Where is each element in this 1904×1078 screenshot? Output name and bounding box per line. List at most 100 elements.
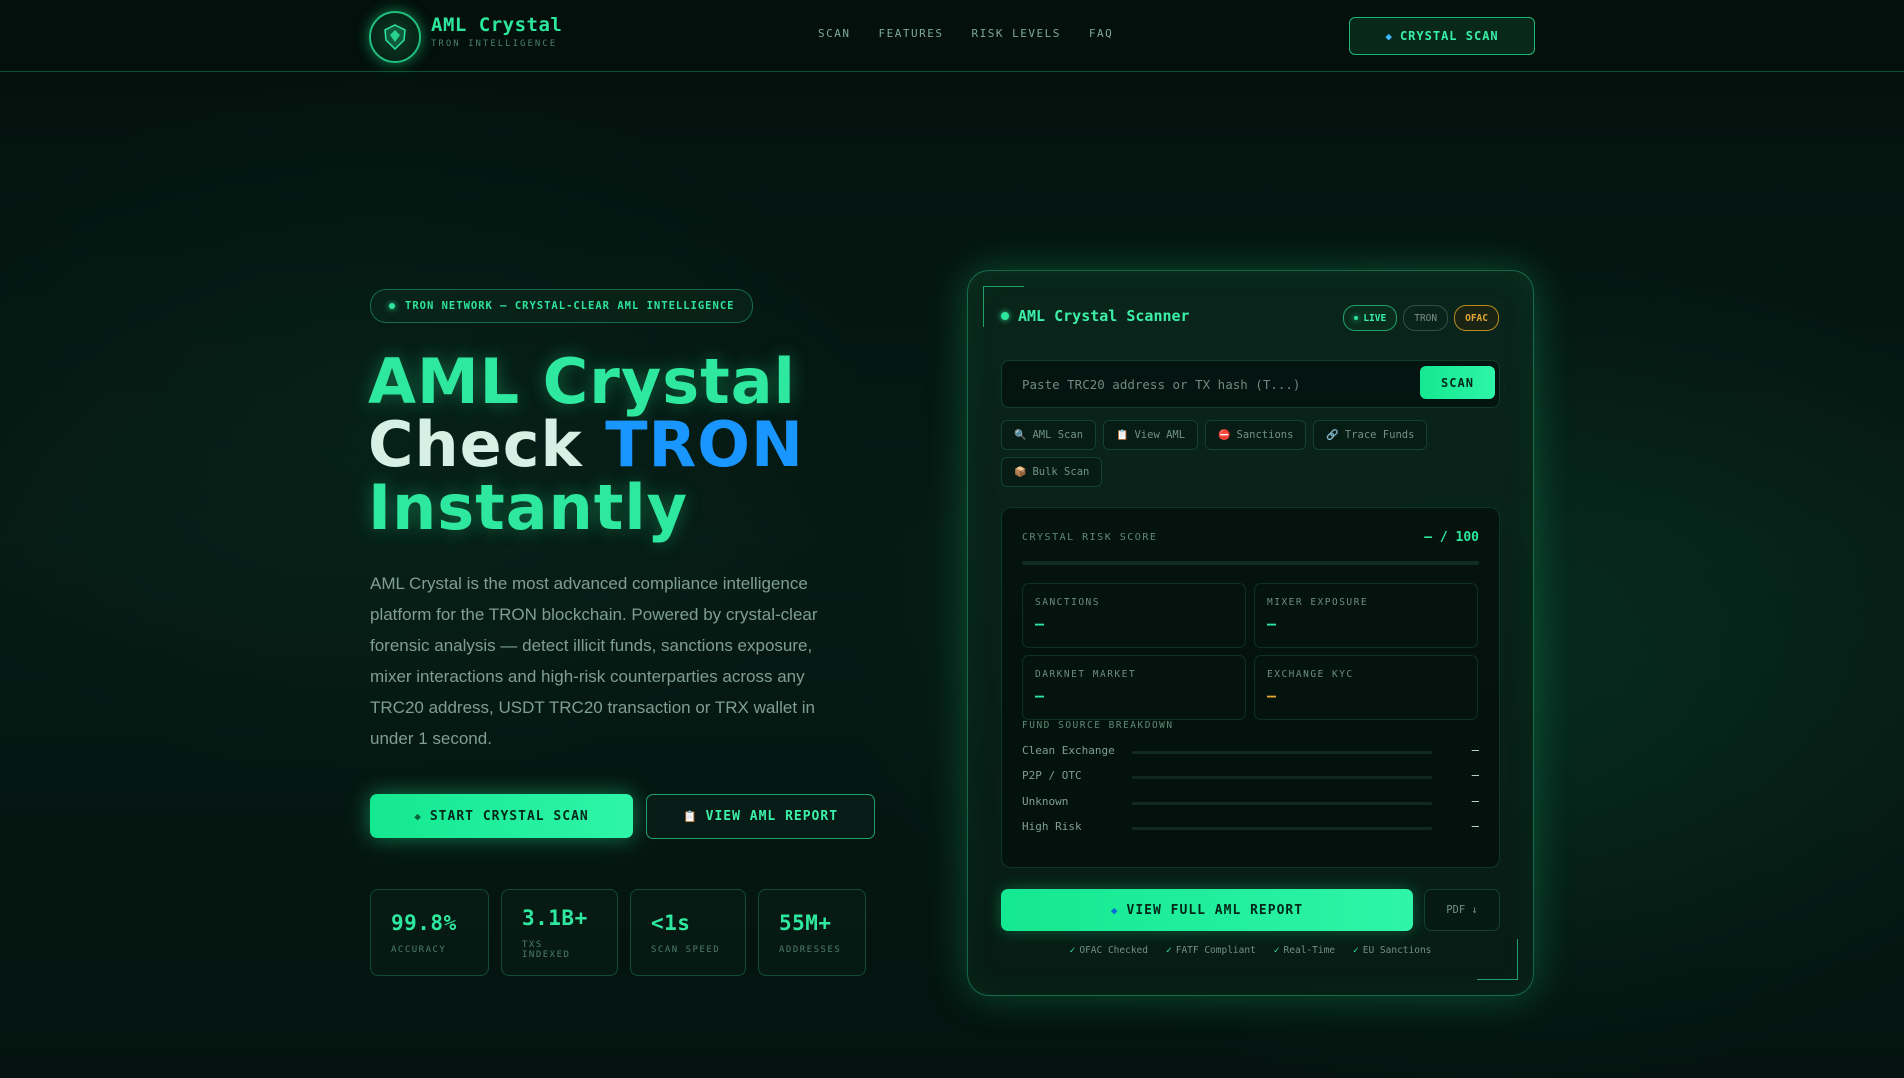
pdf-download-button[interactable]: PDF ↓ xyxy=(1424,889,1500,931)
stat-label: TXS INDEXED xyxy=(522,939,571,960)
fund-value: — xyxy=(1471,743,1479,757)
chip-aml-scan[interactable]: 🔍 AML Scan xyxy=(1001,420,1097,450)
metric-value: — xyxy=(1267,615,1277,633)
scan-button[interactable]: SCAN xyxy=(1420,366,1495,399)
address-search: SCAN xyxy=(1001,360,1500,408)
scanner-title: AML Crystal Scanner xyxy=(1001,307,1190,325)
brand-subtitle: TRON INTELLIGENCE xyxy=(431,39,558,49)
crystal-scan-label: CRYSTAL SCAN xyxy=(1399,29,1499,43)
nav-item-faq[interactable]: FAQ xyxy=(1089,27,1113,40)
stat-value: 99.8% xyxy=(391,910,457,935)
chip-label: AML Scan xyxy=(1032,429,1084,441)
stat-label: ACCURACY xyxy=(391,944,447,955)
stat-txs-indexed: 3.1B+ TXS INDEXED xyxy=(501,889,618,976)
address-input[interactable] xyxy=(1002,361,1442,407)
clipboard-icon: 📋 xyxy=(1116,429,1129,441)
fund-label: Clean Exchange xyxy=(1022,744,1115,757)
status-dot xyxy=(1001,312,1009,320)
start-crystal-scan-button[interactable]: ◆ START CRYSTAL SCAN xyxy=(370,794,633,838)
gem-icon: ◆ xyxy=(414,809,422,823)
stat-label: ADDRESSES xyxy=(779,944,842,955)
fund-value: — xyxy=(1471,794,1479,808)
fund-row-clean-exchange: Clean Exchange — xyxy=(1022,743,1479,760)
risk-score-bar xyxy=(1022,561,1479,565)
view-aml-report-button[interactable]: 📋 VIEW AML REPORT xyxy=(646,794,875,839)
risk-score-value: — / 100 xyxy=(1424,530,1479,545)
fund-bar xyxy=(1132,827,1432,830)
view-aml-report-label: VIEW AML REPORT xyxy=(705,809,839,824)
hero-description: AML Crystal is the most advanced complia… xyxy=(370,574,818,748)
live-badge-label: LIVE xyxy=(1363,312,1387,324)
check-icon: ✓ xyxy=(1165,945,1172,956)
network-tag-label: TRON NETWORK — CRYSTAL-CLEAR AML INTELLI… xyxy=(405,300,735,312)
chip-view-aml[interactable]: 📋 View AML xyxy=(1103,420,1199,450)
check-icon: ✓ xyxy=(1353,945,1359,956)
hero-title-line-3: Instantly xyxy=(368,471,689,544)
no-entry-icon: ⛔ xyxy=(1218,429,1231,441)
brand-title[interactable]: AML Crystal xyxy=(431,14,562,36)
stat-scan-speed: <1s SCAN SPEED xyxy=(630,889,746,976)
stat-label: SCAN SPEED xyxy=(651,944,721,955)
stat-value: 55M+ xyxy=(779,910,832,935)
chip-trace-funds[interactable]: 🔗 Trace Funds xyxy=(1313,420,1428,450)
ofac-badge: OFAC xyxy=(1454,305,1499,331)
metric-label: EXCHANGE KYC xyxy=(1267,669,1354,680)
network-tag: TRON NETWORK — CRYSTAL-CLEAR AML INTELLI… xyxy=(370,289,754,323)
quick-action-chips: 🔍 AML Scan 📋 View AML ⛔ Sanctions 🔗 Trac… xyxy=(1001,420,1501,487)
fund-label: High Risk xyxy=(1022,820,1082,833)
fund-source-title: FUND SOURCE BREAKDOWN xyxy=(1022,720,1174,731)
compliance-list: ✓ OFAC Checked ✓ FATF Compliant ✓ Real-Time… xyxy=(968,945,1533,956)
stat-value: <1s xyxy=(651,910,691,935)
nav-item-risk-levels[interactable]: RISK LEVELS xyxy=(971,27,1060,40)
live-dot xyxy=(1354,316,1359,320)
chip-bulk-scan[interactable]: 📦 Bulk Scan xyxy=(1001,457,1103,487)
chip-label: View AML xyxy=(1134,429,1186,441)
main-nav: SCAN FEATURES RISK LEVELS FAQ xyxy=(818,27,1113,40)
nav-item-features[interactable]: FEATURES xyxy=(879,27,944,40)
chip-sanctions[interactable]: ⛔ Sanctions xyxy=(1205,420,1307,450)
metric-label: MIXER EXPOSURE xyxy=(1267,597,1369,608)
metric-mixer-exposure: MIXER EXPOSURE — xyxy=(1254,583,1478,648)
fund-bar xyxy=(1132,751,1432,754)
stat-accuracy: 99.8% ACCURACY xyxy=(370,889,489,976)
fund-row-p2p-otc: P2P / OTC — xyxy=(1022,768,1479,785)
metric-exchange-kyc: EXCHANGE KYC — xyxy=(1254,655,1478,720)
gem-icon: ◆ xyxy=(1110,903,1119,917)
hero-title-line-2: Check TRON xyxy=(368,413,804,476)
chip-label: Trace Funds xyxy=(1344,429,1415,441)
fund-row-unknown: Unknown — xyxy=(1022,794,1479,811)
fund-bar xyxy=(1132,802,1432,805)
crystal-shield-icon[interactable] xyxy=(369,11,421,63)
risk-score-label: CRYSTAL RISK SCORE xyxy=(1022,532,1158,543)
link-icon: 🔗 xyxy=(1326,429,1339,441)
scanner-badges: LIVE TRON OFAC xyxy=(1343,305,1499,331)
hero-title-line-1: AML Crystal xyxy=(368,345,796,418)
gem-icon: ◆ xyxy=(1385,29,1393,43)
metric-darknet-market: DARKNET MARKET — xyxy=(1022,655,1246,720)
chip-label: Sanctions xyxy=(1236,429,1294,441)
metric-label: DARKNET MARKET xyxy=(1035,669,1137,680)
fund-label: Unknown xyxy=(1022,795,1069,808)
compliance-label: OFAC Checked xyxy=(1079,945,1148,956)
nav-item-scan[interactable]: SCAN xyxy=(818,27,851,40)
view-full-aml-report-button[interactable]: ◆ VIEW FULL AML REPORT xyxy=(1001,889,1413,931)
tron-badge: TRON xyxy=(1403,305,1449,331)
scanner-title-label: AML Crystal Scanner xyxy=(1018,307,1190,325)
compliance-item: ✓ OFAC Checked xyxy=(1070,945,1148,956)
crystal-scan-button[interactable]: ◆ CRYSTAL SCAN xyxy=(1349,17,1535,55)
stat-addresses: 55M+ ADDRESSES xyxy=(758,889,866,976)
scanner-card: AML Crystal Scanner LIVE TRON OFAC SCAN … xyxy=(967,270,1534,996)
view-full-report-label: VIEW FULL AML REPORT xyxy=(1126,902,1304,918)
live-badge: LIVE xyxy=(1343,305,1398,331)
compliance-item: ✓ EU Sanctions xyxy=(1353,945,1431,956)
metric-value: — xyxy=(1267,687,1277,705)
metric-label: SANCTIONS xyxy=(1035,597,1100,608)
stats-row: 99.8% ACCURACY 3.1B+ TXS INDEXED <1s SCA… xyxy=(370,889,866,976)
chip-label: Bulk Scan xyxy=(1032,466,1090,478)
fund-value: — xyxy=(1471,819,1479,833)
metric-value: — xyxy=(1035,687,1045,705)
compliance-label: Real-Time xyxy=(1283,945,1336,956)
top-navigation-bar: AML Crystal TRON INTELLIGENCE SCAN FEATU… xyxy=(0,0,1904,72)
risk-panel: CRYSTAL RISK SCORE — / 100 SANCTIONS — M… xyxy=(1001,507,1500,868)
box-icon: 📦 xyxy=(1014,466,1027,478)
